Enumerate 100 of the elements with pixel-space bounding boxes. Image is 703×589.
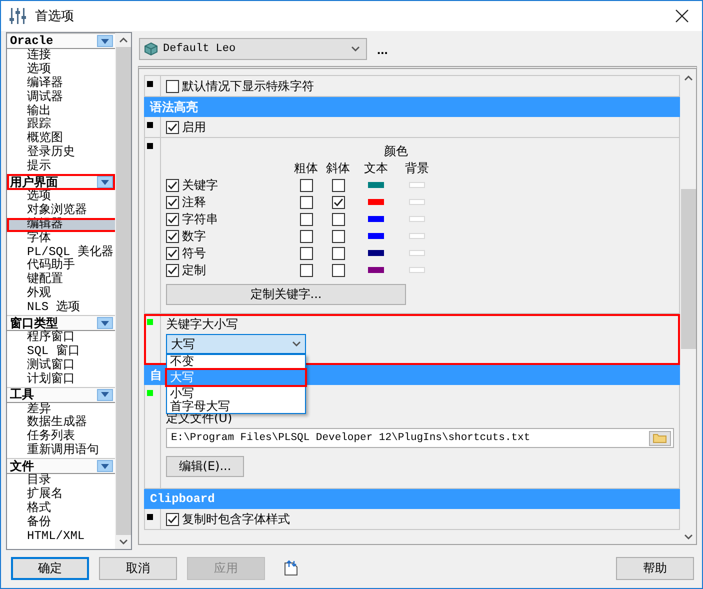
checkbox[interactable] (166, 80, 179, 92)
dropdown-option[interactable]: 不变 (167, 355, 305, 368)
token-label: 注释 (182, 195, 206, 209)
case-dropdown[interactable]: 大写 (166, 334, 306, 354)
sidebar-item[interactable]: 备份 (7, 516, 115, 530)
sidebar-item[interactable]: SQL 窗口 (7, 344, 115, 359)
bold-checkbox[interactable] (300, 264, 312, 276)
text-color-swatch[interactable] (368, 233, 384, 239)
checkbox[interactable] (166, 120, 179, 134)
checkbox[interactable] (166, 178, 179, 192)
triangle-down-icon (101, 320, 109, 326)
dropdown-option[interactable]: 首字母大写 (167, 400, 305, 413)
help-button[interactable]: 帮助 (616, 556, 694, 580)
folder-icon (653, 433, 667, 443)
text-color-swatch[interactable] (368, 199, 384, 205)
sidebar-item[interactable]: 数据生成器 (7, 416, 115, 430)
text-color-swatch[interactable] (368, 267, 384, 273)
sidebar-item[interactable]: 程序窗口 (7, 331, 115, 345)
sidebar-item[interactable]: 差异 (7, 402, 115, 416)
close-icon[interactable] (674, 8, 690, 24)
scroll-down-icon[interactable] (118, 539, 128, 545)
document-arrows-icon[interactable] (283, 560, 299, 576)
italic-checkbox[interactable] (332, 212, 344, 226)
sidebar-item[interactable]: 编译器 (7, 76, 115, 91)
text-color-swatch[interactable] (368, 216, 384, 222)
scroll-up-icon[interactable] (118, 37, 128, 43)
sidebar-item[interactable]: 调试器 (7, 90, 115, 105)
scroll-up-icon[interactable] (684, 75, 692, 81)
custom-keywords-button[interactable]: 定制关键字... (166, 284, 406, 305)
sidebar-item[interactable]: 连接 (7, 49, 115, 63)
sidebar-item[interactable]: NLS 选项 (7, 301, 115, 316)
chevron-down-icon[interactable] (292, 341, 301, 347)
column-heading: 颜色 (383, 144, 409, 158)
bold-checkbox[interactable] (300, 178, 312, 192)
profile-dropdown[interactable]: Default Leo (139, 38, 367, 60)
bold-checkbox[interactable] (300, 196, 312, 208)
sidebar-group-header[interactable]: 窗口类型 (7, 315, 115, 332)
sidebar-item[interactable]: 输出 (7, 104, 115, 118)
sidebar-item[interactable]: 跟踪 (7, 118, 115, 132)
triangle-down-icon (101, 180, 109, 185)
cube-icon (144, 42, 158, 56)
checkbox[interactable] (166, 212, 179, 226)
italic-checkbox[interactable] (332, 264, 344, 276)
sidebar-item[interactable]: 提示 (7, 160, 115, 174)
text-color-swatch[interactable] (368, 250, 384, 256)
dialog-button[interactable]: 确定 (11, 556, 89, 580)
sidebar-item[interactable]: PL/SQL 美化器 (7, 246, 115, 260)
background-color-swatch[interactable] (409, 233, 425, 239)
sidebar-item[interactable]: 扩展名 (7, 488, 115, 502)
background-color-swatch[interactable] (409, 216, 425, 222)
italic-checkbox[interactable] (332, 196, 344, 208)
sidebar-item[interactable]: 选项 (7, 190, 115, 204)
sidebar-group-header[interactable]: 用户界面 (7, 174, 115, 190)
sidebar-item[interactable]: 测试窗口 (7, 358, 115, 373)
sidebar-group-header[interactable]: 工具 (7, 386, 115, 403)
background-color-swatch[interactable] (409, 267, 425, 273)
token-label: 数字 (182, 229, 206, 243)
chevron-down-icon[interactable] (351, 46, 360, 52)
more-button[interactable]: ... (377, 42, 388, 56)
checkbox[interactable] (166, 264, 179, 276)
token-label: 符号 (182, 246, 206, 260)
italic-checkbox[interactable] (332, 178, 344, 192)
file-path-field[interactable]: E:\Program Files\PLSQL Developer 12\PlugIns\shortcuts.txt (166, 428, 674, 448)
sidebar-group-header[interactable]: 文件 (7, 458, 115, 474)
background-color-swatch[interactable] (409, 182, 425, 188)
bold-checkbox[interactable] (300, 212, 312, 226)
sidebar-item[interactable]: 目录 (7, 474, 115, 488)
checkbox[interactable] (166, 230, 179, 242)
sidebar-item[interactable]: 选项 (7, 62, 115, 77)
sidebar-item[interactable]: HTML/XML (7, 530, 115, 544)
sidebar-item[interactable]: 重新调用语句 (7, 444, 115, 458)
sidebar-item[interactable]: 代码助手 (7, 259, 115, 274)
bold-checkbox[interactable] (300, 246, 312, 260)
scroll-down-icon[interactable] (684, 534, 692, 540)
text-color-swatch[interactable] (368, 182, 384, 188)
checkbox[interactable] (166, 246, 179, 260)
checkbox-label: 默认情况下显示特殊字符 (182, 79, 314, 93)
scrollbar-thumb[interactable] (116, 47, 130, 535)
sidebar-item[interactable]: 计划窗口 (7, 372, 115, 387)
dialog-button[interactable]: 取消 (99, 556, 177, 580)
scrollbar-thumb[interactable] (680, 189, 696, 349)
checkbox[interactable] (166, 512, 179, 526)
italic-checkbox[interactable] (332, 246, 344, 260)
edit-button[interactable]: 编辑(E)... (166, 456, 244, 477)
background-color-swatch[interactable] (409, 199, 425, 205)
background-color-swatch[interactable] (409, 250, 425, 256)
sidebar-item[interactable]: 键配置 (7, 273, 115, 288)
sidebar-item[interactable]: 对象浏览器 (7, 204, 115, 218)
italic-checkbox[interactable] (332, 230, 344, 242)
sidebar-item[interactable]: 概览图 (7, 132, 115, 146)
sidebar-group-header[interactable]: Oracle (7, 33, 115, 49)
sidebar-item[interactable]: 登录历史 (7, 146, 115, 160)
checkbox[interactable] (166, 196, 179, 208)
bold-checkbox[interactable] (300, 230, 312, 242)
window-title: 首选项 (35, 8, 75, 25)
sidebar-item[interactable]: 外观 (7, 287, 115, 302)
sidebar-item[interactable]: 字体 (7, 232, 115, 246)
dropdown-option[interactable]: 小写 (167, 387, 305, 400)
sidebar-item[interactable]: 格式 (7, 502, 115, 516)
sidebar-item[interactable]: 任务列表 (7, 430, 115, 444)
